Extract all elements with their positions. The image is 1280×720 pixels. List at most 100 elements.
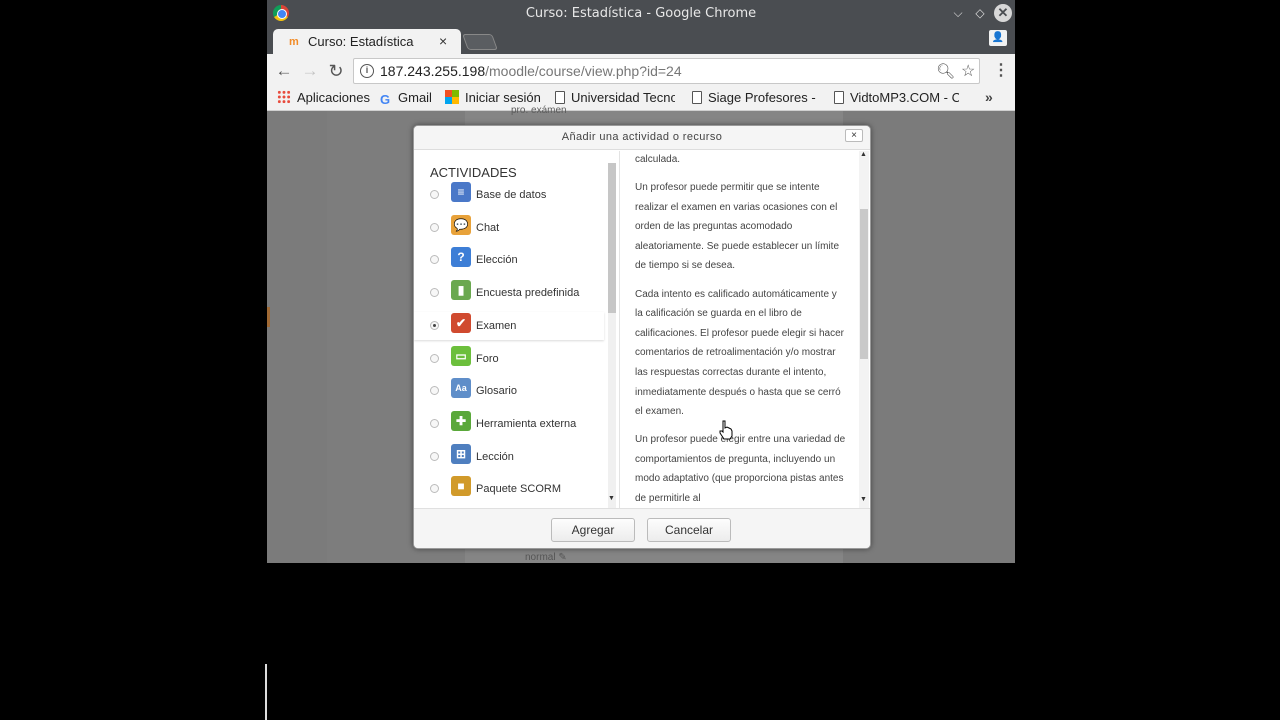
page-icon <box>834 91 844 104</box>
activity-option-label: Paquete SCORM <box>476 483 561 496</box>
title-bar: Curso: Estadística - Google Chrome ⌵ ◇ ✕ <box>267 0 1015 27</box>
activity-option[interactable]: ? Elección <box>414 246 604 274</box>
glossary-icon: Aa <box>451 378 471 399</box>
chrome-menu-icon[interactable]: ⋮ <box>993 60 1009 80</box>
section-heading: ACTIVIDADES <box>430 165 517 180</box>
screen: Curso: Estadística - Google Chrome ⌵ ◇ ✕… <box>0 0 1280 720</box>
page-icon <box>555 91 565 104</box>
radio-button[interactable] <box>430 288 439 298</box>
new-tab-button[interactable] <box>462 34 498 50</box>
window-title: Curso: Estadística - Google Chrome <box>525 6 757 21</box>
activity-option-label: Glosario <box>476 385 517 398</box>
back-arrow-icon[interactable]: ← <box>273 60 295 82</box>
description-paragraph: Un profesor puede permitir que se intent… <box>635 182 840 272</box>
radio-button[interactable] <box>430 320 439 330</box>
scroll-down-icon[interactable]: ▼ <box>608 495 615 502</box>
bookmark-siage[interactable]: Siage Profesores - <box>692 90 817 105</box>
bookmark-label: VidtoMP3.COM - C <box>850 90 959 105</box>
activity-chooser-dialog: Añadir una actividad o recurso × ACTIVID… <box>413 125 871 549</box>
bookmark-star-icon[interactable]: ☆ <box>961 61 975 81</box>
radio-button[interactable] <box>430 353 439 363</box>
activity-option[interactable]: ■ Paquete SCORM <box>414 475 604 503</box>
description-paragraph: calculada. <box>635 154 681 165</box>
page-text: pro. exámen <box>511 105 567 116</box>
bookmark-label: Siage Profesores - <box>708 90 816 105</box>
chart-icon: ▮ <box>451 280 471 301</box>
radio-button[interactable] <box>430 255 439 265</box>
activity-option[interactable]: ✔ Examen <box>414 311 604 340</box>
windows-icon <box>445 90 459 104</box>
activity-option-label: Elección <box>476 254 518 267</box>
activity-option[interactable]: ▭ Foro <box>414 345 604 373</box>
close-window-icon[interactable]: ✕ <box>994 4 1012 22</box>
minimize-icon[interactable]: ⌵ <box>949 4 967 22</box>
tab-strip: m Curso: Estadística × 👤 <box>267 27 1015 54</box>
forum-icon: ▭ <box>451 345 471 366</box>
radio-button[interactable] <box>430 386 439 396</box>
radio-button[interactable] <box>430 222 439 232</box>
activity-option[interactable]: 💬 Chat <box>414 214 604 242</box>
activity-option-label: Base de datos <box>476 189 547 201</box>
add-button[interactable]: Agregar <box>551 518 635 542</box>
moodle-favicon-icon: m <box>289 36 299 48</box>
puzzle-icon: ✚ <box>451 410 471 431</box>
activity-option[interactable]: ⊞ Lección <box>414 443 604 471</box>
reload-icon[interactable]: ↻ <box>325 60 347 82</box>
scroll-down-icon[interactable]: ▼ <box>860 496 867 503</box>
scroll-up-icon[interactable]: ▲ <box>860 151 867 158</box>
bookmark-universidad[interactable]: Universidad Tecno <box>555 90 675 105</box>
bookmark-label: Universidad Tecno <box>571 90 675 105</box>
activity-option-label: Chat <box>476 221 500 234</box>
forward-arrow-icon[interactable]: → <box>299 60 321 82</box>
bookmark-vidtomp3[interactable]: VidtoMP3.COM - C <box>834 90 959 105</box>
bookmark-apps[interactable]: Aplicaciones <box>277 90 370 105</box>
profile-icon[interactable]: 👤 <box>989 30 1007 46</box>
tab-close-icon[interactable]: × <box>439 33 447 49</box>
activity-option-label: Examen <box>476 319 517 332</box>
url-host: 187.243.255.198 <box>380 63 486 79</box>
description-scrollbar[interactable]: ▲ ▼ <box>859 151 869 508</box>
url-path: /moodle/course/view.php?id=24 <box>485 63 682 79</box>
activity-option[interactable]: Aa Glosario <box>414 377 604 405</box>
radio-button[interactable] <box>430 418 439 428</box>
tab-active[interactable]: m Curso: Estadística × <box>273 29 461 54</box>
zoom-icon[interactable]: 🔍︎ <box>936 62 955 80</box>
description-paragraph: Cada intento es calificado automáticamen… <box>635 288 844 418</box>
page-text: normal ✎ <box>525 552 567 563</box>
lesson-icon: ⊞ <box>451 443 471 464</box>
question-icon: ? <box>451 247 471 268</box>
url-text[interactable]: 187.243.255.198/moodle/course/view.php?i… <box>380 63 682 79</box>
maximize-icon[interactable]: ◇ <box>971 4 989 22</box>
activity-option[interactable]: ✚ Herramienta externa <box>414 410 604 438</box>
page-icon <box>692 91 702 104</box>
dialog-header: Añadir una actividad o recurso × <box>414 126 870 150</box>
page-backdrop: pro. exámen normal ✎ Añadir una activida… <box>267 105 1015 563</box>
tab-title: Curso: Estadística <box>308 34 414 49</box>
scrollbar-thumb[interactable] <box>860 209 868 359</box>
bookmark-gmail[interactable]: G Gmail <box>380 90 432 106</box>
radio-button[interactable] <box>430 451 439 461</box>
cancel-button[interactable]: Cancelar <box>647 518 731 542</box>
activity-option-label: Foro <box>476 352 499 365</box>
close-icon[interactable]: × <box>845 129 863 142</box>
browser-window: Curso: Estadística - Google Chrome ⌵ ◇ ✕… <box>267 0 1015 563</box>
activity-option-label: Lección <box>476 450 514 463</box>
activity-option[interactable]: ▮ Encuesta predefinida <box>414 279 604 307</box>
bookmark-iniciar-sesion[interactable]: Iniciar sesión <box>445 90 541 105</box>
google-icon: G <box>380 92 391 106</box>
more-bookmarks-icon[interactable]: » <box>985 89 993 105</box>
hand-cursor-icon <box>719 420 733 440</box>
activity-option-label: Encuesta predefinida <box>476 287 580 300</box>
description-panel: calculada. Un profesor puede permitir qu… <box>619 151 870 508</box>
radio-button[interactable] <box>430 190 439 199</box>
description-paragraph: Un profesor puede elegir entre una varie… <box>635 434 846 504</box>
radio-button[interactable] <box>430 484 439 494</box>
activity-option[interactable]: ≡ Base de datos <box>414 181 604 209</box>
package-icon: ■ <box>451 476 471 497</box>
options-scrollbar[interactable] <box>608 163 616 508</box>
scrollbar-thumb[interactable] <box>608 163 616 313</box>
info-icon[interactable]: i <box>360 64 374 78</box>
bookmark-label: Aplicaciones <box>297 90 370 105</box>
address-bar[interactable]: i 187.243.255.198/moodle/course/view.php… <box>353 58 980 84</box>
activity-option-label: Herramienta externa <box>476 417 577 430</box>
